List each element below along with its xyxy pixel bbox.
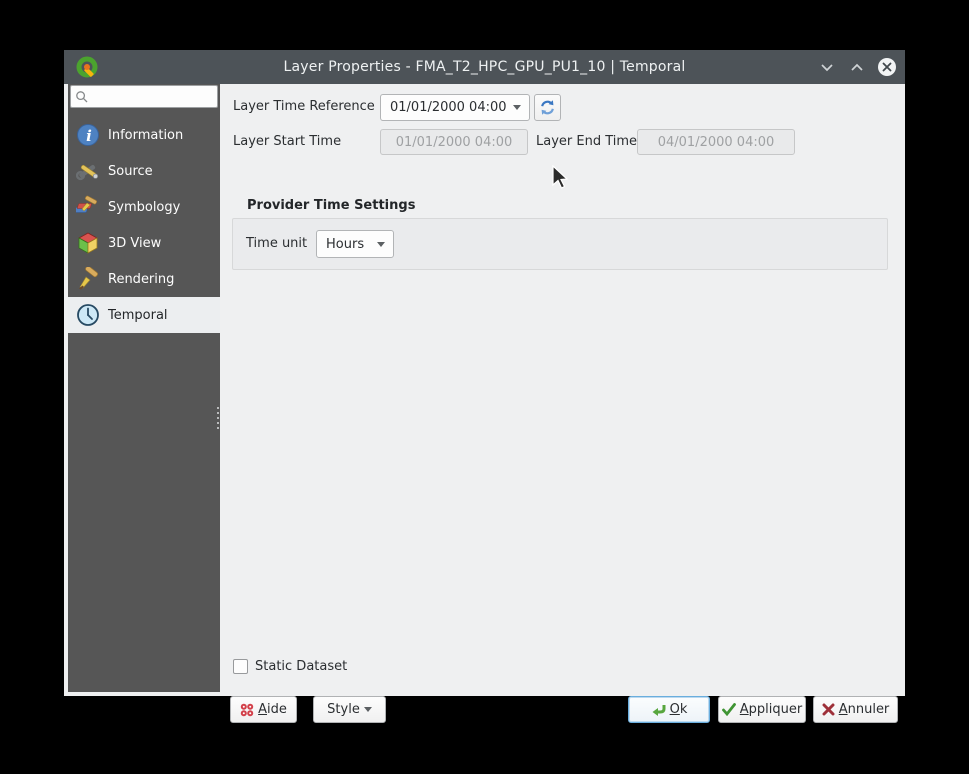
close-button[interactable] <box>877 57 897 77</box>
window-title: Layer Properties - FMA_T2_HPC_GPU_PU1_10… <box>283 59 686 75</box>
desktop-background: Layer Properties - FMA_T2_HPC_GPU_PU1_10… <box>0 0 969 774</box>
layer-end-time-value: 04/01/2000 04:00 <box>657 134 775 150</box>
sidebar-item-label: Information <box>108 127 184 143</box>
sidebar-item-label: Rendering <box>108 271 175 287</box>
search-icon <box>76 90 88 102</box>
apply-button[interactable]: Appliquer <box>718 696 806 723</box>
time-unit-combobox[interactable]: Hours <box>316 230 394 258</box>
search-input[interactable] <box>89 89 217 104</box>
sidebar-search[interactable] <box>70 85 218 108</box>
sidebar-item-label: Source <box>108 163 153 179</box>
chevron-down-icon <box>377 241 385 247</box>
sidebar-item-temporal[interactable]: Temporal <box>68 297 220 333</box>
static-dataset-label: Static Dataset <box>255 659 348 674</box>
info-icon: i <box>77 124 99 146</box>
cancel-button-label: Annuler <box>838 702 890 717</box>
layer-time-reference-combobox[interactable]: 01/01/2000 04:00 <box>380 94 530 121</box>
clock-icon <box>77 304 99 326</box>
chevron-down-icon <box>363 707 372 712</box>
static-dataset-checkbox[interactable] <box>233 659 248 674</box>
layer-properties-window: Layer Properties - FMA_T2_HPC_GPU_PU1_10… <box>64 50 905 723</box>
help-icon <box>240 703 254 717</box>
refresh-button[interactable] <box>534 94 561 121</box>
refresh-icon <box>541 100 554 115</box>
provider-time-settings-title: Provider Time Settings <box>247 198 416 213</box>
help-button[interactable]: Aide <box>230 696 297 723</box>
ok-button[interactable]: Ok <box>628 696 710 723</box>
source-icon <box>76 164 99 181</box>
sidebar-item-label: 3D View <box>108 235 162 251</box>
layer-time-reference-label: Layer Time Reference <box>233 99 375 114</box>
ok-button-label: Ok <box>669 702 688 717</box>
help-button-label: Aide <box>258 702 287 717</box>
maximize-icon[interactable] <box>847 57 867 77</box>
layer-start-time-label: Layer Start Time <box>233 134 342 149</box>
sidebar-item-source[interactable]: Source <box>68 153 220 189</box>
style-button-label: Style <box>327 702 360 717</box>
sidebar: i Information Source Symbology 3D View R… <box>68 84 220 692</box>
sidebar-item-label: Symbology <box>108 199 181 215</box>
layer-start-time-value: 01/01/2000 04:00 <box>395 134 513 150</box>
style-button[interactable]: Style <box>313 696 386 723</box>
symbology-icon <box>76 195 97 213</box>
sidebar-item-rendering[interactable]: Rendering <box>68 261 220 297</box>
layer-end-time-field: 04/01/2000 04:00 <box>637 129 795 155</box>
sidebar-item-information[interactable]: i Information <box>68 117 220 153</box>
minimize-icon[interactable] <box>817 57 837 77</box>
layer-start-time-field: 01/01/2000 04:00 <box>380 129 528 155</box>
cancel-button[interactable]: Annuler <box>813 696 898 723</box>
time-unit-value: Hours <box>326 236 365 252</box>
layer-time-reference-value: 01/01/2000 04:00 <box>390 100 507 115</box>
layer-end-time-label: Layer End Time <box>536 134 638 149</box>
cancel-x-icon <box>822 703 835 716</box>
titlebar[interactable]: Layer Properties - FMA_T2_HPC_GPU_PU1_10… <box>64 50 905 84</box>
checkmark-icon <box>721 703 736 716</box>
sidebar-item-label: Temporal <box>108 307 168 323</box>
chevron-down-icon <box>513 105 521 110</box>
qgis-logo-icon <box>76 56 98 78</box>
svg-text:i: i <box>86 127 92 145</box>
apply-button-label: Appliquer <box>739 702 803 717</box>
sidebar-item-3d-view[interactable]: 3D View <box>68 225 220 261</box>
time-unit-label: Time unit <box>246 236 308 251</box>
provider-time-settings-group: Time unit Hours <box>232 218 888 270</box>
sidebar-item-symbology[interactable]: Symbology <box>68 189 220 225</box>
sidebar-nav: i Information Source Symbology 3D View R… <box>68 117 220 333</box>
paintbrush-icon <box>79 267 98 290</box>
mouse-cursor <box>552 165 569 189</box>
cube-3d-icon <box>78 232 98 254</box>
static-dataset-row: Static Dataset <box>233 659 347 674</box>
ok-icon <box>651 703 666 717</box>
